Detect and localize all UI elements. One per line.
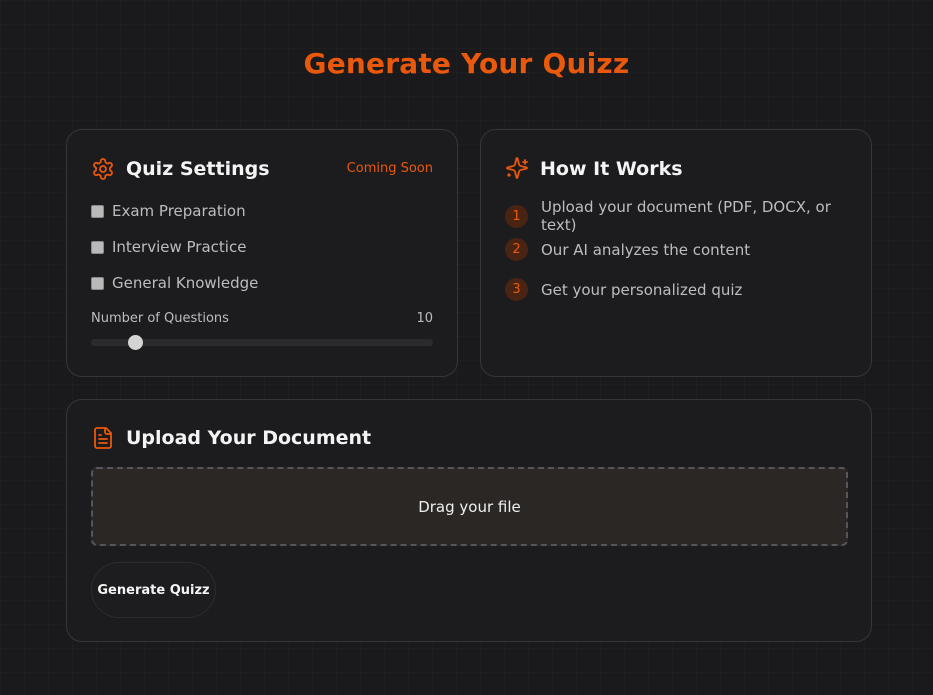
checkbox[interactable] <box>91 276 104 290</box>
step-text: Get your personalized quiz <box>541 280 743 299</box>
checkbox[interactable] <box>91 240 104 254</box>
upload-title: Upload Your Document <box>126 427 372 449</box>
option-general-knowledge[interactable]: General Knowledge <box>91 274 258 292</box>
quiz-settings-card: Quiz Settings Coming Soon Exam Preparati… <box>66 129 458 377</box>
gear-icon <box>91 157 115 181</box>
questions-slider-thumb[interactable] <box>127 335 143 350</box>
quiz-settings-title: Quiz Settings <box>126 158 270 180</box>
dropzone-text: Drag your file <box>418 497 521 516</box>
step-text: Our AI analyzes the content <box>541 240 751 259</box>
page-title: Generate Your Quizz <box>303 47 630 80</box>
checkbox[interactable] <box>91 204 104 218</box>
generate-quiz-button[interactable]: Generate Quizz <box>91 562 216 618</box>
coming-soon-badge: Coming Soon <box>346 161 433 176</box>
upload-header: Upload Your Document <box>91 426 371 450</box>
how-it-works-title: How It Works <box>540 158 683 180</box>
document-icon <box>91 426 115 450</box>
step-number: 2 <box>505 238 528 261</box>
step-item: 2 Our AI analyzes the content <box>505 238 750 261</box>
option-label: Exam Preparation <box>112 202 246 220</box>
file-dropzone[interactable]: Drag your file <box>91 467 848 546</box>
upload-card: Upload Your Document Drag your file Gene… <box>66 399 872 642</box>
option-label: General Knowledge <box>112 274 259 292</box>
questions-label: Number of Questions <box>91 311 229 326</box>
option-interview-practice[interactable]: Interview Practice <box>91 238 246 256</box>
quiz-settings-header: Quiz Settings <box>91 157 270 181</box>
sparkles-icon <box>505 157 529 181</box>
step-number: 1 <box>505 204 528 228</box>
questions-value: 10 <box>416 311 433 326</box>
step-item: 1 Upload your document (PDF, DOCX, or te… <box>505 198 871 234</box>
how-it-works-card: How It Works 1 Upload your document (PDF… <box>480 129 872 377</box>
step-number: 3 <box>505 278 528 301</box>
option-label: Interview Practice <box>112 238 247 256</box>
step-item: 3 Get your personalized quiz <box>505 278 742 301</box>
step-text: Upload your document (PDF, DOCX, or text… <box>541 198 831 234</box>
how-it-works-header: How It Works <box>505 157 683 181</box>
option-exam-preparation[interactable]: Exam Preparation <box>91 202 246 220</box>
